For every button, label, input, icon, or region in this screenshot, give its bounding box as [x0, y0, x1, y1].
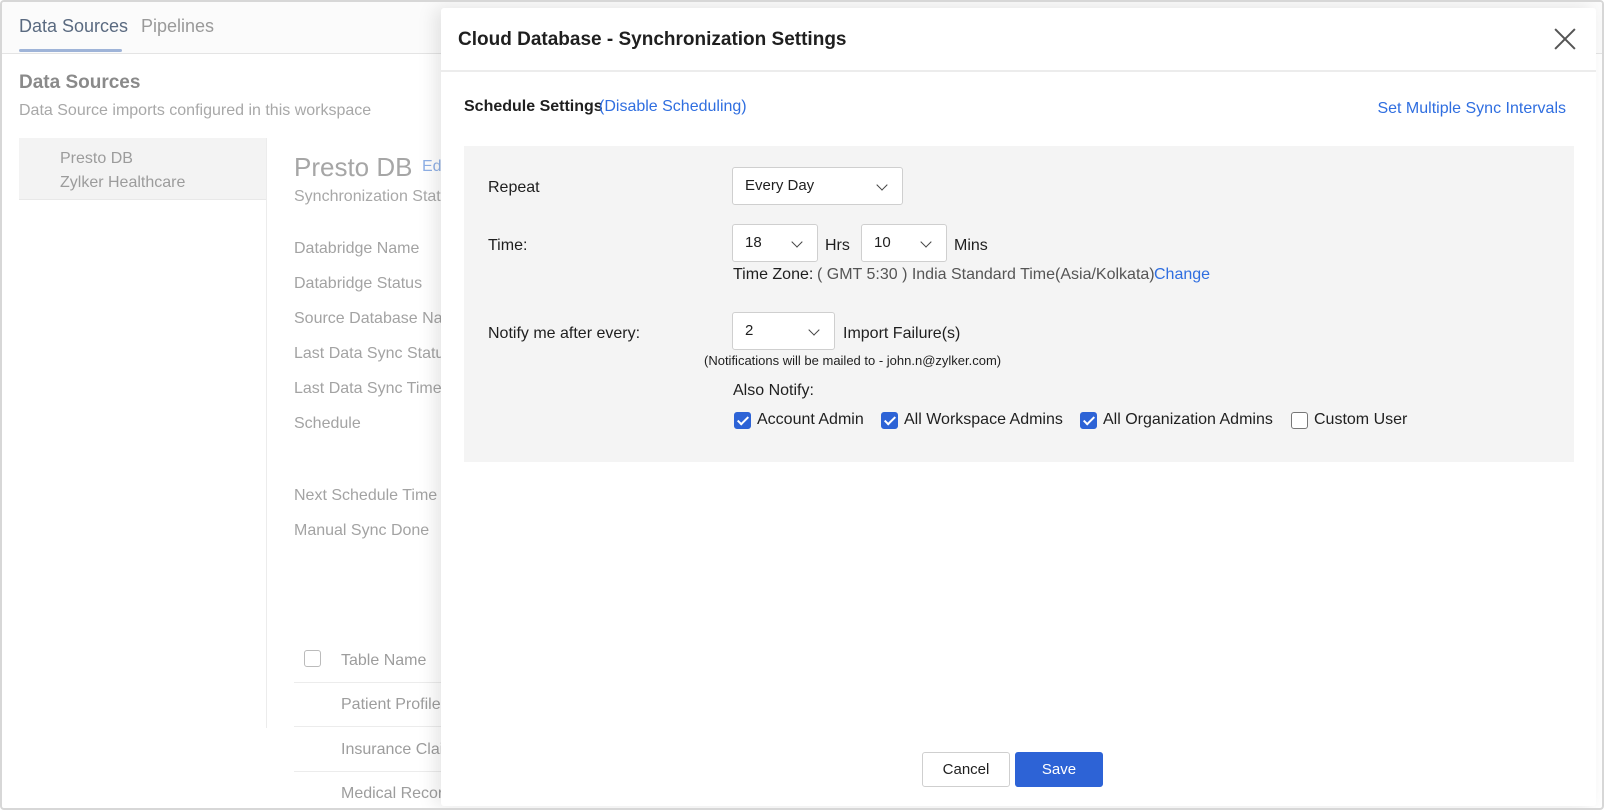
also-notify-label: Also Notify: [733, 382, 814, 399]
table-row[interactable]: Medical Recor [341, 785, 443, 803]
tab-data-sources[interactable]: Data Sources [19, 16, 128, 37]
detail-subtitle: Synchronization Stat [294, 188, 441, 205]
hours-unit: Hrs [825, 237, 850, 254]
time-label: Time: [488, 237, 528, 254]
import-failures-unit: Import Failure(s) [843, 325, 961, 342]
field-label: Databridge Name [294, 240, 420, 257]
cancel-button[interactable]: Cancel [922, 752, 1010, 787]
organization-admins-checkbox[interactable] [1080, 412, 1097, 429]
timezone-change-link[interactable]: Change [1154, 266, 1210, 284]
chevron-down-icon [808, 324, 820, 336]
field-label: Databridge Status [294, 275, 423, 292]
datasource-workspace: Zylker Healthcare [60, 174, 186, 191]
tab-pipelines[interactable]: Pipelines [141, 16, 214, 37]
detail-title: Presto DB [294, 152, 413, 182]
workspace-admins-checkbox[interactable] [881, 412, 898, 429]
disable-scheduling-link[interactable]: (Disable Scheduling) [599, 98, 747, 116]
page-title: Data Sources [19, 72, 141, 93]
custom-user-checkbox[interactable] [1291, 412, 1308, 429]
table-divider [294, 726, 444, 727]
modal-header: Cloud Database - Synchronization Setting… [441, 8, 1596, 72]
minutes-select-value: 10 [874, 234, 891, 251]
modal-title: Cloud Database - Synchronization Setting… [458, 29, 847, 50]
repeat-select-value: Every Day [745, 177, 815, 194]
chevron-down-icon [791, 236, 803, 248]
edit-link[interactable]: Ed [422, 158, 442, 176]
set-multiple-sync-intervals-link[interactable]: Set Multiple Sync Intervals [1377, 100, 1566, 118]
select-all-checkbox[interactable] [304, 650, 321, 667]
field-label: Last Data Sync Statu [294, 345, 445, 362]
timezone-label: Time Zone: [733, 266, 814, 283]
hours-select[interactable]: 18 [732, 224, 818, 262]
account-admin-label: Account Admin [757, 411, 864, 428]
hours-select-value: 18 [745, 234, 762, 251]
field-label: Manual Sync Done [294, 522, 430, 539]
active-tab-indicator [19, 49, 122, 52]
page-subtitle: Data Source imports configured in this w… [19, 102, 372, 119]
close-icon[interactable] [1552, 26, 1578, 52]
save-button[interactable]: Save [1015, 752, 1103, 787]
notify-label: Notify me after every: [488, 325, 641, 342]
table-header-name: Table Name [341, 652, 427, 669]
schedule-settings-title: Schedule Settings [464, 98, 603, 115]
field-label: Next Schedule Time [294, 487, 438, 504]
minutes-unit: Mins [954, 237, 988, 254]
chevron-down-icon [920, 236, 932, 248]
datasource-list-item[interactable]: Presto DB Zylker Healthcare [19, 138, 266, 200]
repeat-label: Repeat [488, 179, 540, 196]
table-row[interactable]: Insurance Clai [341, 741, 443, 759]
custom-user-label: Custom User [1314, 411, 1408, 428]
field-label: Last Data Sync Time [294, 380, 442, 397]
table-divider [294, 771, 444, 772]
notify-count-select[interactable]: 2 [732, 312, 835, 350]
field-label: Source Database Na [294, 310, 443, 327]
notify-count-value: 2 [745, 322, 754, 339]
sync-settings-modal: Cloud Database - Synchronization Setting… [441, 8, 1596, 806]
table-divider [294, 682, 444, 683]
timezone-value: ( GMT 5:30 ) India Standard Time(Asia/Ko… [817, 266, 1155, 283]
organization-admins-label: All Organization Admins [1103, 411, 1273, 428]
table-row[interactable]: Patient Profile [341, 696, 441, 714]
notification-email-note: (Notifications will be mailed to - john.… [704, 353, 1002, 368]
schedule-panel: Repeat Every Day Time: 18 Hrs 10 Mins Ti… [464, 146, 1574, 462]
list-divider [266, 138, 267, 728]
app-window: Data Sources Pipelines Data Sources Data… [0, 0, 1604, 810]
field-label: Schedule [294, 415, 361, 432]
datasource-name: Presto DB [60, 150, 133, 167]
account-admin-checkbox[interactable] [734, 412, 751, 429]
repeat-select[interactable]: Every Day [732, 167, 903, 205]
chevron-down-icon [876, 179, 888, 191]
workspace-admins-label: All Workspace Admins [904, 411, 1063, 428]
minutes-select[interactable]: 10 [861, 224, 947, 262]
